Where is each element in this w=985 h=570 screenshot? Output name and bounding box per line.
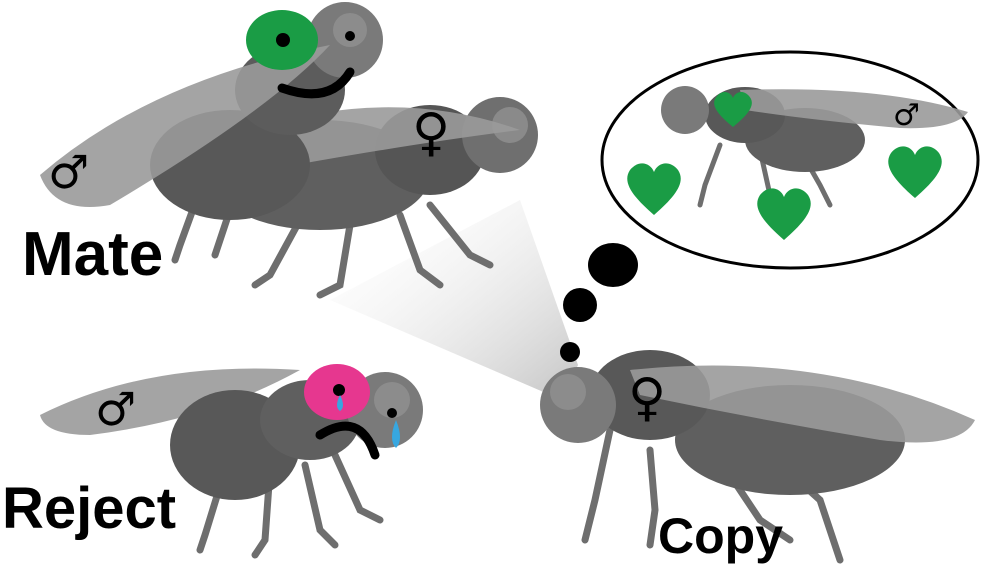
female-symbol: ♀ [412,103,450,163]
pupil [276,33,290,47]
label-mate: Mate [22,220,163,289]
label-copy: Copy [658,508,783,564]
female-symbol: ♀ [628,368,666,428]
male-symbol: ♂ [48,145,89,199]
male-symbol: ♂ [893,98,920,133]
male-symbol: ♂ [95,382,136,436]
label-reject: Reject [2,476,176,541]
mate-choice-copying-diagram: ♂ ♀ Mate ♂ Reject ♀ Copy ♂ [2,2,980,564]
second-eye-pupil [345,31,355,41]
thought-bubble: ♂ [560,50,980,362]
